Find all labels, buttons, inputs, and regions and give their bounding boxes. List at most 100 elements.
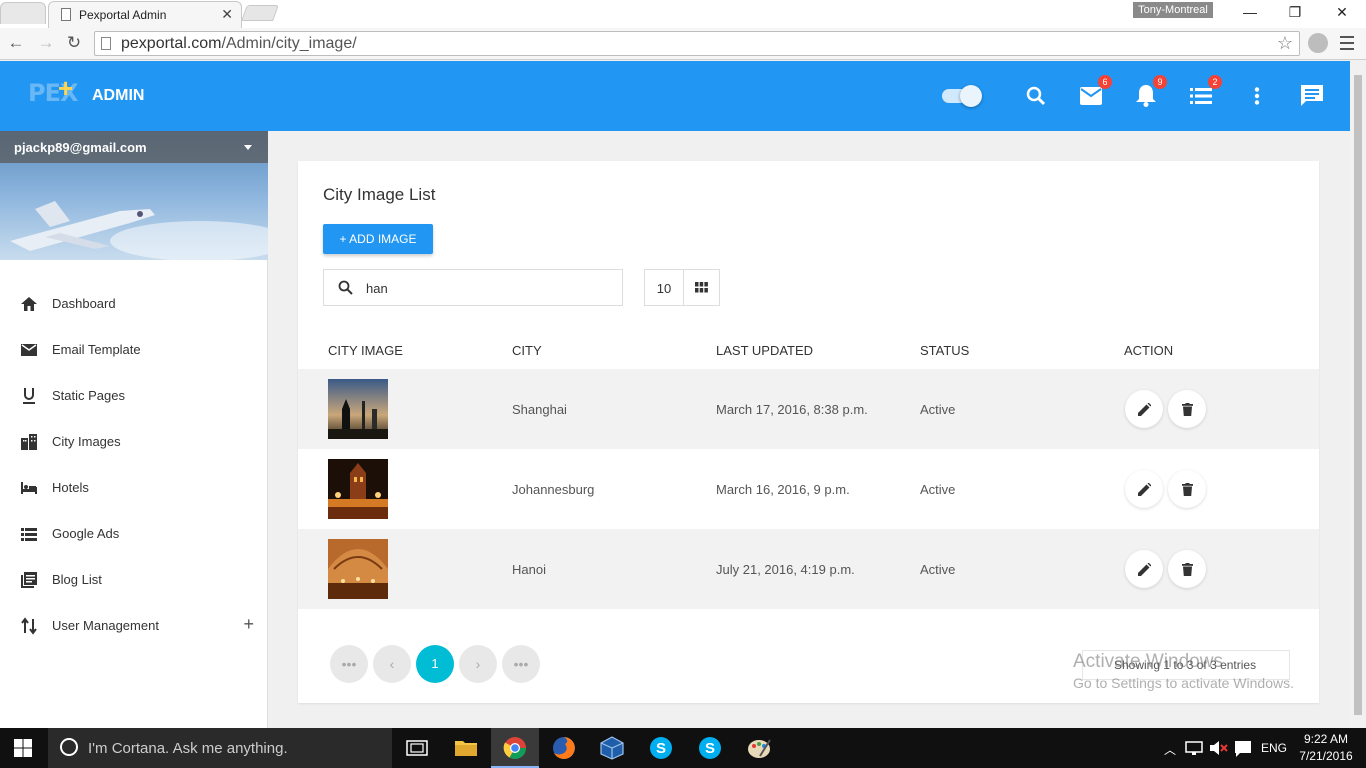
cortana-search-box[interactable]: I'm Cortana. Ask me anything. (48, 728, 392, 768)
forward-arrow-icon[interactable]: → (36, 33, 56, 53)
city-thumbnail[interactable] (328, 379, 388, 439)
back-arrow-icon[interactable]: ← (6, 33, 26, 53)
sidebar-item-city-images[interactable]: City Images (0, 419, 268, 465)
firefox-icon[interactable] (551, 736, 577, 760)
list-icon (21, 528, 37, 541)
file-explorer-icon[interactable] (453, 736, 479, 760)
language-indicator[interactable]: ENG (1261, 741, 1287, 755)
page-scrollbar[interactable] (1350, 61, 1366, 728)
first-page-button[interactable]: ••• (330, 645, 368, 683)
action-center-icon[interactable] (1234, 736, 1252, 760)
virtualbox-icon[interactable] (599, 736, 625, 760)
clock-time: 9:22 AM (1303, 732, 1349, 746)
column-header[interactable]: CITY IMAGE (328, 343, 403, 358)
task-view-icon[interactable] (404, 736, 430, 760)
search-icon[interactable] (1023, 83, 1049, 109)
browser-tab-back[interactable] (0, 2, 46, 24)
tab-close-icon[interactable]: ✕ (221, 6, 233, 23)
edit-button[interactable] (1125, 550, 1163, 588)
page-size-select[interactable]: 10 (644, 269, 684, 306)
sidebar-item-user-management[interactable]: User Management + (0, 603, 268, 649)
sidebar-item-label: City Images (52, 434, 121, 449)
table-row: Hanoi July 21, 2016, 4:19 p.m. Active (298, 529, 1319, 609)
sidebar-item-blog-list[interactable]: Blog List (0, 557, 268, 603)
city-thumbnail[interactable] (328, 459, 388, 519)
watermark-title: Activate Windows (1073, 651, 1223, 672)
sidebar-item-label: Hotels (52, 480, 89, 495)
sidebar-item-label: User Management (52, 618, 159, 633)
last-page-button[interactable]: ••• (502, 645, 540, 683)
svg-text:S: S (656, 740, 666, 757)
chrome-icon[interactable] (502, 736, 528, 760)
new-tab-button[interactable] (241, 5, 279, 21)
expand-plus-icon[interactable]: + (243, 614, 254, 635)
browser-tab[interactable]: Pexportal Admin ✕ (48, 1, 242, 28)
skype-icon-2[interactable]: S (697, 736, 723, 760)
address-bar: ← → ↻ pexportal.com/Admin/city_image/ ☆ (0, 28, 1366, 60)
airplane-image (10, 201, 268, 260)
profile-bar[interactable]: pjackp89@gmail.com (0, 131, 268, 163)
clock[interactable]: 9:22 AM 7/21/2016 (1296, 731, 1356, 765)
sidebar-item-hotels[interactable]: Hotels (0, 465, 268, 511)
maximize-icon[interactable]: ❐ (1285, 4, 1305, 21)
theme-toggle[interactable] (942, 85, 982, 107)
mail-badge: 6 (1098, 75, 1112, 89)
paint-icon[interactable] (746, 736, 772, 760)
windows-start-icon[interactable] (14, 739, 32, 757)
edit-button[interactable] (1125, 470, 1163, 508)
mail-icon[interactable]: 6 (1078, 75, 1112, 109)
underline-icon (23, 388, 35, 404)
network-icon[interactable] (1184, 736, 1204, 760)
table-row: Johannesburg March 16, 2016, 9 p.m. Acti… (298, 449, 1319, 529)
profile-email: pjackp89@gmail.com (14, 140, 147, 155)
window-close-icon[interactable]: ✕ (1332, 4, 1352, 21)
city-name: Hanoi (512, 562, 546, 577)
task-list-icon[interactable]: 2 (1188, 75, 1222, 109)
bookmark-star-icon[interactable]: ☆ (1277, 33, 1293, 54)
add-image-button[interactable]: + ADD IMAGE (323, 224, 433, 254)
app-title: ADMIN (92, 87, 145, 104)
column-header[interactable]: LAST UPDATED (716, 343, 813, 358)
browser-menu-icon[interactable] (1340, 36, 1354, 54)
delete-button[interactable] (1168, 550, 1206, 588)
profile-banner: pjackp89@gmail.com (0, 131, 268, 260)
pencil-icon (1137, 402, 1151, 416)
extension-icon[interactable] (1308, 33, 1328, 53)
sidebar-item-label: Static Pages (52, 388, 125, 403)
last-updated: March 17, 2016, 8:38 p.m. (716, 402, 868, 417)
delete-button[interactable] (1168, 390, 1206, 428)
search-icon (338, 280, 353, 295)
volume-muted-icon[interactable] (1208, 736, 1228, 760)
bell-icon[interactable]: 9 (1133, 75, 1167, 109)
caret-down-icon[interactable] (244, 145, 252, 150)
next-page-button[interactable]: › (459, 645, 497, 683)
column-header[interactable]: CITY (512, 343, 542, 358)
grid-view-button[interactable] (683, 269, 720, 306)
sidebar-item-static-pages[interactable]: Static Pages (0, 373, 268, 419)
edit-button[interactable] (1125, 390, 1163, 428)
more-vert-icon[interactable] (1244, 83, 1270, 109)
chat-icon[interactable] (1299, 83, 1325, 109)
sidebar-item-google-ads[interactable]: Google Ads (0, 511, 268, 557)
url-input[interactable]: pexportal.com/Admin/city_image/ ☆ (94, 31, 1300, 56)
skype-icon[interactable]: S (648, 736, 674, 760)
minimize-icon[interactable]: — (1240, 4, 1260, 20)
city-thumbnail[interactable] (328, 539, 388, 599)
search-input[interactable]: han (323, 269, 623, 306)
page-1-button[interactable]: 1 (416, 645, 454, 683)
sidebar: pjackp89@gmail.com Dashboard Email Templ… (0, 131, 268, 728)
tray-chevron-icon[interactable]: ︿ (1164, 741, 1176, 758)
column-header[interactable]: STATUS (920, 343, 969, 358)
status-text: Active (920, 562, 956, 577)
sidebar-item-dashboard[interactable]: Dashboard (0, 281, 268, 327)
swap-icon (21, 617, 37, 635)
sidebar-item-email-template[interactable]: Email Template (0, 327, 268, 373)
delete-button[interactable] (1168, 470, 1206, 508)
tasks-badge: 2 (1208, 75, 1222, 89)
table-header: CITY IMAGE CITY LAST UPDATED STATUS ACTI… (298, 332, 1319, 368)
city-name: Shanghai (512, 402, 567, 417)
reload-icon[interactable]: ↻ (64, 33, 84, 53)
tab-title: Pexportal Admin (79, 8, 167, 22)
prev-page-button[interactable]: ‹ (373, 645, 411, 683)
hotel-icon (21, 482, 37, 494)
